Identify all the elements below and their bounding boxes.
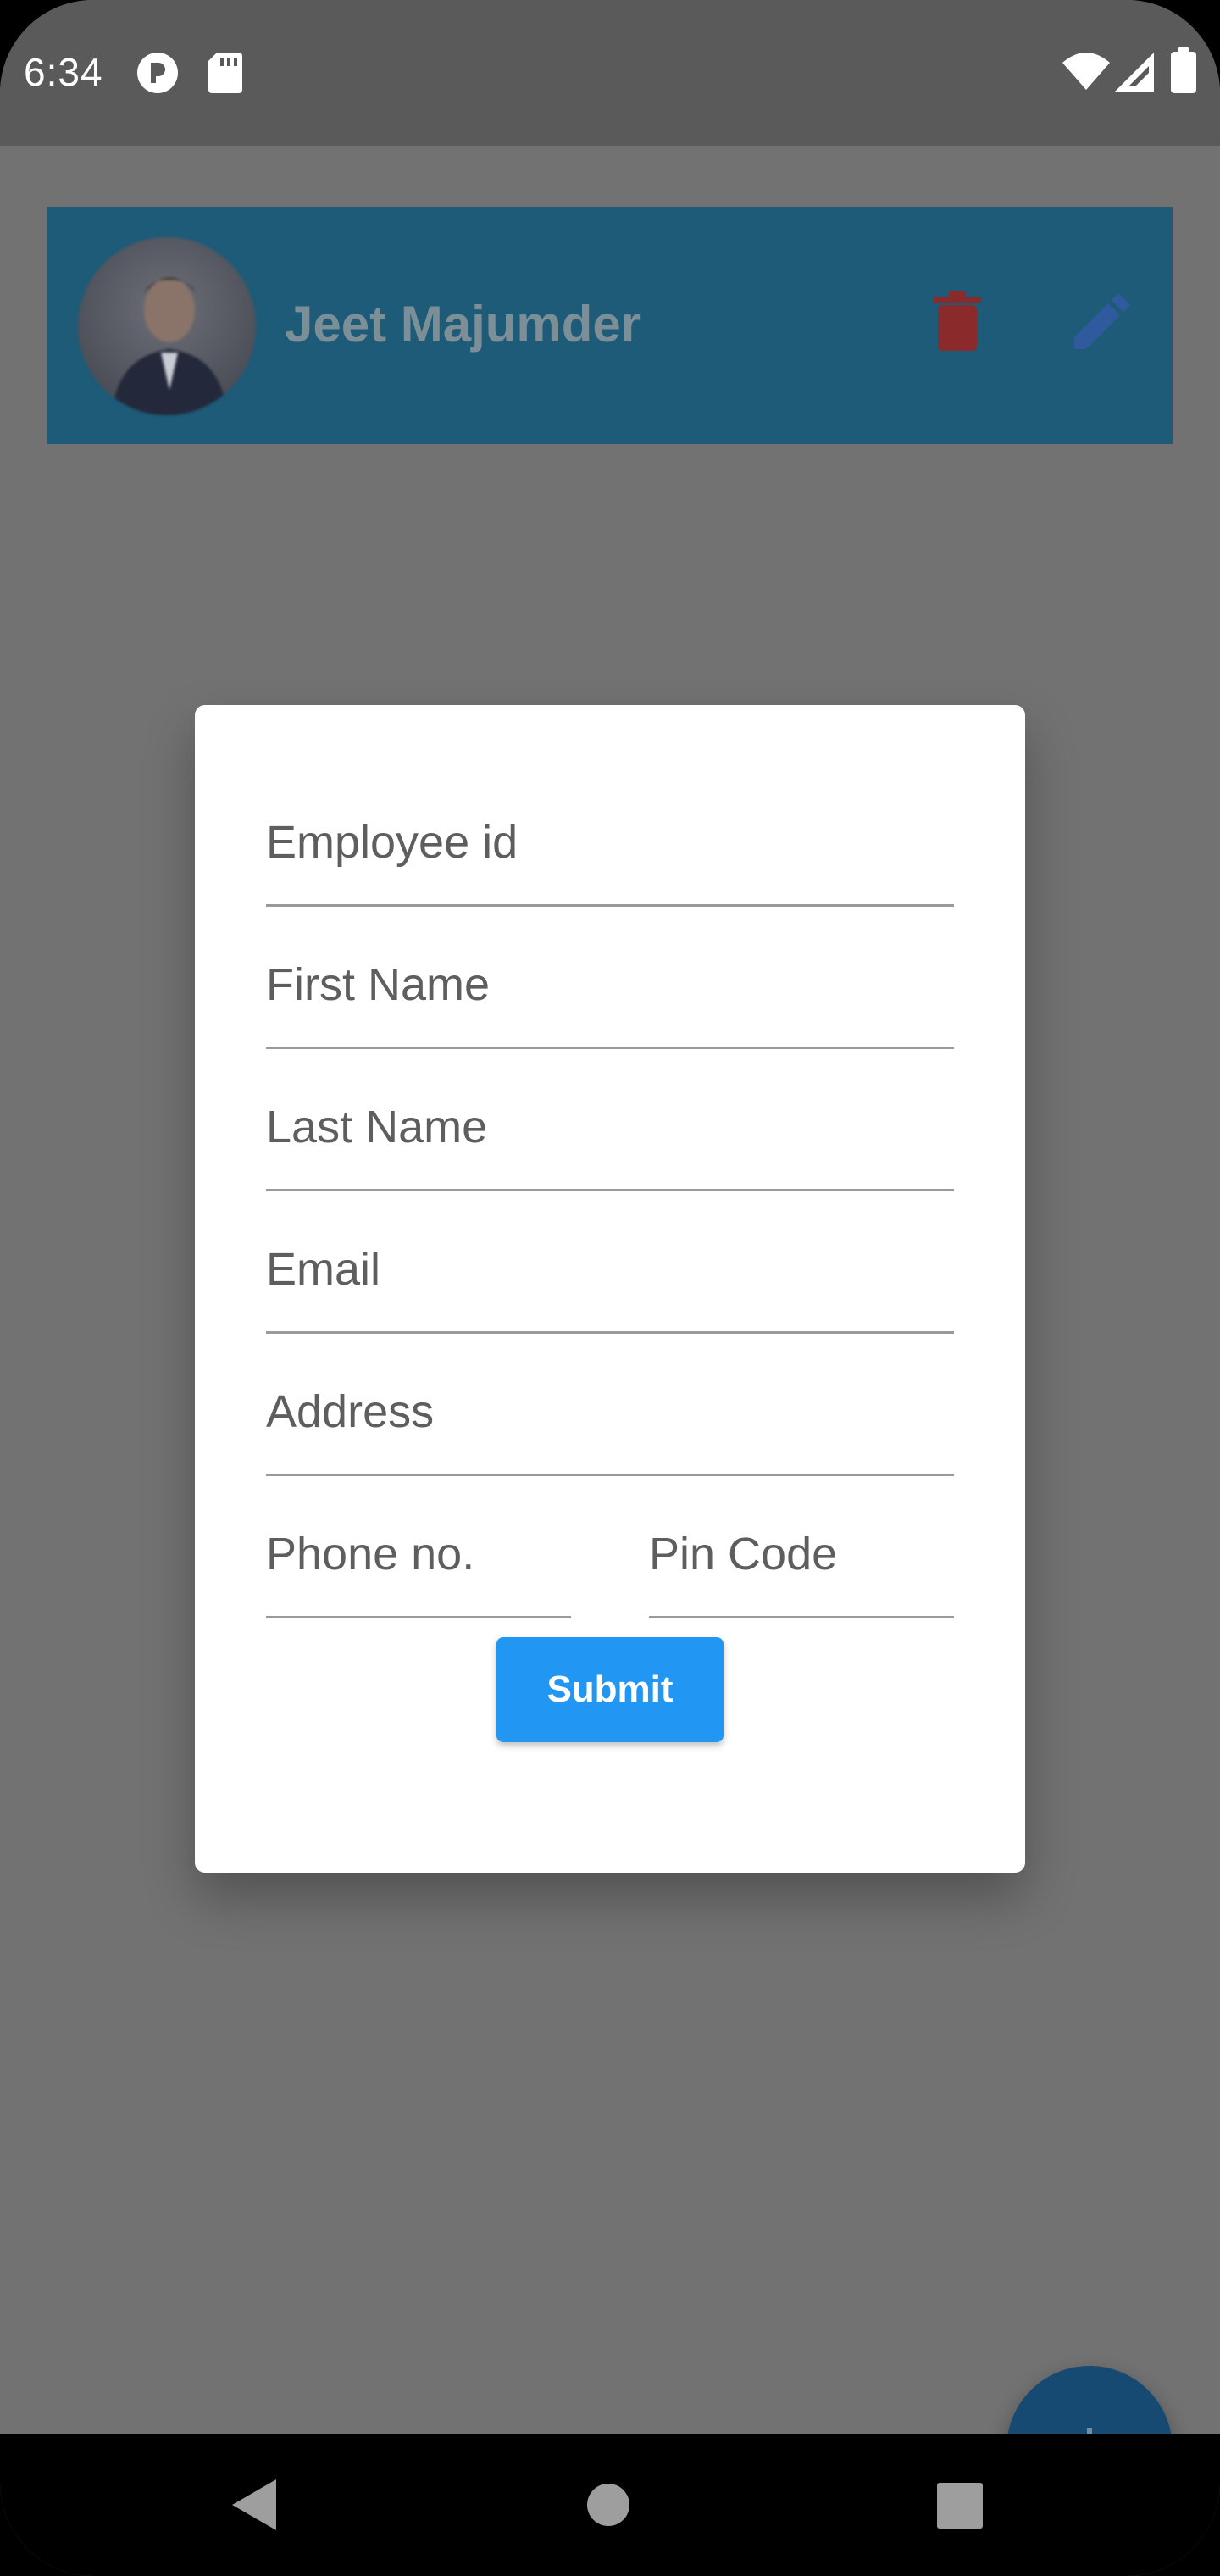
- status-time: 6:34: [24, 50, 103, 94]
- app-notification-icon: [137, 53, 178, 93]
- cell-signal-icon: [1115, 53, 1154, 92]
- employee-name: Jeet Majumder: [285, 296, 641, 353]
- pin-code-field[interactable]: [649, 1476, 954, 1618]
- phone-field[interactable]: [266, 1476, 571, 1618]
- status-bar: 6:34: [0, 0, 1220, 146]
- employee-id-field[interactable]: [266, 705, 954, 907]
- email-field[interactable]: [266, 1191, 954, 1334]
- back-icon[interactable]: [232, 2479, 276, 2530]
- employee-id-input[interactable]: [266, 816, 954, 869]
- first-name-input[interactable]: [266, 958, 954, 1011]
- edit-icon[interactable]: [1074, 293, 1130, 349]
- recents-icon[interactable]: [937, 2483, 983, 2529]
- employee-form-dialog: Submit: [195, 705, 1025, 1873]
- pin-code-input[interactable]: [649, 1528, 954, 1580]
- device-screen: 6:34 Jeet Majumder Employee id First Nam…: [0, 0, 1220, 2576]
- battery-icon: [1171, 47, 1196, 93]
- submit-button[interactable]: Submit: [496, 1637, 724, 1742]
- home-icon[interactable]: [586, 2483, 630, 2527]
- last-name-input[interactable]: [266, 1101, 954, 1153]
- address-input[interactable]: [266, 1385, 954, 1438]
- last-name-field[interactable]: [266, 1049, 954, 1191]
- first-name-field[interactable]: [266, 907, 954, 1049]
- wifi-icon: [1062, 53, 1110, 90]
- person-photo-icon: [112, 278, 227, 415]
- sd-card-icon: [208, 53, 242, 93]
- address-field[interactable]: [266, 1334, 954, 1476]
- delete-icon[interactable]: [934, 291, 981, 351]
- phone-input[interactable]: [266, 1528, 571, 1580]
- employee-card[interactable]: Jeet Majumder: [47, 207, 1173, 444]
- navigation-bar: [0, 2434, 1220, 2576]
- email-input[interactable]: [266, 1243, 954, 1296]
- avatar: [78, 237, 256, 415]
